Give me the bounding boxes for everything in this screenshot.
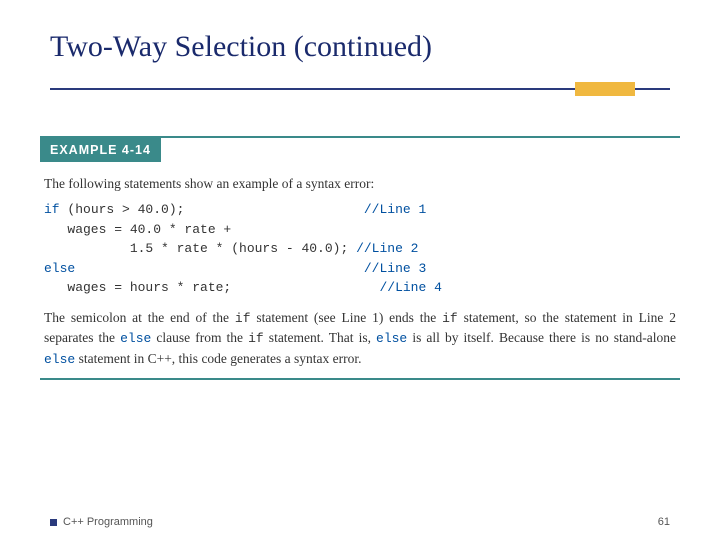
example-explanation: The semicolon at the end of the if state…	[40, 308, 680, 371]
code-block: if (hours > 40.0); //Line 1 wages = 40.0…	[40, 200, 680, 298]
rule-accent	[575, 82, 635, 96]
code-inline-else: else	[44, 352, 75, 367]
code-text: wages = 40.0 * rate +	[44, 222, 231, 237]
explain-text: clause from the	[151, 330, 248, 345]
code-pad	[231, 280, 379, 295]
footer-title: C++ Programming	[63, 516, 153, 528]
code-inline-else: else	[120, 331, 151, 346]
explain-text: statement (see Line 1) ends the	[251, 310, 443, 325]
code-text: 1.5 * rate * (hours - 40.0);	[44, 241, 356, 256]
code-keyword-if: if	[44, 202, 60, 217]
explain-text: statement in C++, this code generates a …	[75, 351, 361, 366]
example-header: EXAMPLE 4-14	[40, 138, 161, 162]
footer: C++ Programming 61	[0, 516, 720, 528]
explain-text: statement. That is,	[264, 330, 376, 345]
explain-text: is all by itself. Because there is no st…	[407, 330, 676, 345]
code-keyword-else: else	[44, 261, 75, 276]
code-comment-4: //Line 4	[379, 280, 441, 295]
code-inline-if: if	[442, 311, 458, 326]
code-inline-else: else	[376, 331, 407, 346]
code-pad	[75, 261, 364, 276]
code-inline-if: if	[248, 331, 264, 346]
page-title: Two-Way Selection (continued)	[50, 30, 670, 64]
code-pad	[184, 202, 363, 217]
code-comment-2: //Line 2	[356, 241, 418, 256]
code-text: wages = hours * rate;	[44, 280, 231, 295]
slide: Two-Way Selection (continued) EXAMPLE 4-…	[0, 0, 720, 540]
explain-text: The semicolon at the end of the	[44, 310, 235, 325]
code-text: (hours > 40.0);	[60, 202, 185, 217]
title-rule	[50, 82, 670, 96]
code-comment-3: //Line 3	[364, 261, 426, 276]
footer-bullet-icon	[50, 519, 57, 526]
footer-page-number: 61	[658, 516, 670, 528]
example-intro: The following statements show an example…	[40, 176, 680, 192]
example-box: EXAMPLE 4-14 The following statements sh…	[40, 136, 680, 380]
code-inline-if: if	[235, 311, 251, 326]
code-comment-1: //Line 1	[364, 202, 426, 217]
